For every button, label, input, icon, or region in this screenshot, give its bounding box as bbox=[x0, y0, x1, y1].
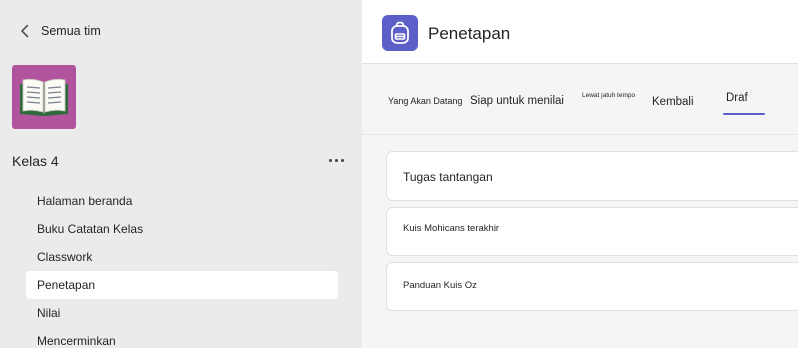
sidebar: Semua tim Kelas 4 Halaman beranda Buku C bbox=[0, 0, 362, 348]
nav-item-classwork[interactable]: Classwork bbox=[26, 243, 338, 271]
more-options-button[interactable] bbox=[324, 150, 348, 170]
assignment-title: Tugas tantangan bbox=[403, 170, 493, 184]
more-horizontal-icon bbox=[328, 158, 332, 162]
tab-draft[interactable]: Draf bbox=[726, 92, 748, 104]
assignments-app-icon bbox=[382, 15, 418, 51]
assignment-title: Kuis Mohicans terakhir bbox=[403, 223, 500, 234]
assignment-card[interactable]: Kuis Mohicans terakhir bbox=[386, 207, 798, 256]
nav-item-grades[interactable]: Nilai bbox=[26, 299, 338, 327]
tab-returned[interactable]: Kembali bbox=[652, 96, 694, 108]
nav-item-reflect[interactable]: Mencerminkan bbox=[26, 327, 338, 348]
nav-item-class-notebook[interactable]: Buku Catatan Kelas bbox=[26, 215, 338, 243]
main-panel: Penetapan Yang Akan Datang Siap untuk me… bbox=[362, 0, 798, 348]
open-book-icon bbox=[20, 78, 68, 116]
nav-item-label: Nilai bbox=[37, 306, 61, 320]
chevron-left-icon bbox=[21, 24, 29, 38]
class-nav: Halaman beranda Buku Catatan Kelas Class… bbox=[26, 187, 338, 348]
class-name: Kelas 4 bbox=[12, 153, 59, 169]
assignment-card[interactable]: Tugas tantangan bbox=[386, 151, 798, 201]
nav-item-label: Buku Catatan Kelas bbox=[37, 222, 144, 236]
page-title: Penetapan bbox=[428, 24, 511, 43]
nav-item-label: Classwork bbox=[37, 250, 93, 264]
assignment-tabs: Yang Akan Datang Siap untuk menilai Lewa… bbox=[362, 65, 798, 135]
nav-item-label: Penetapan bbox=[37, 278, 96, 292]
assignment-card[interactable]: Panduan Kuis Oz bbox=[386, 262, 798, 311]
assignment-title: Panduan Kuis Oz bbox=[403, 280, 477, 291]
tab-upcoming[interactable]: Yang Akan Datang bbox=[388, 96, 462, 106]
nav-item-home[interactable]: Halaman beranda bbox=[26, 187, 338, 215]
nav-item-label: Mencerminkan bbox=[37, 334, 116, 348]
back-label: Semua tim bbox=[41, 24, 101, 38]
backpack-icon bbox=[391, 21, 409, 44]
nav-item-assignments[interactable]: Penetapan bbox=[26, 271, 338, 299]
tab-past-due[interactable]: Lewat jatuh tempo bbox=[582, 92, 635, 99]
tab-ready-to-grade[interactable]: Siap untuk menilai bbox=[470, 95, 564, 107]
class-avatar bbox=[12, 65, 76, 129]
back-to-all-teams-button[interactable]: Semua tim bbox=[16, 20, 101, 42]
selected-tab-indicator bbox=[723, 113, 765, 115]
nav-item-label: Halaman beranda bbox=[37, 194, 133, 208]
app-header: Penetapan bbox=[362, 0, 798, 64]
